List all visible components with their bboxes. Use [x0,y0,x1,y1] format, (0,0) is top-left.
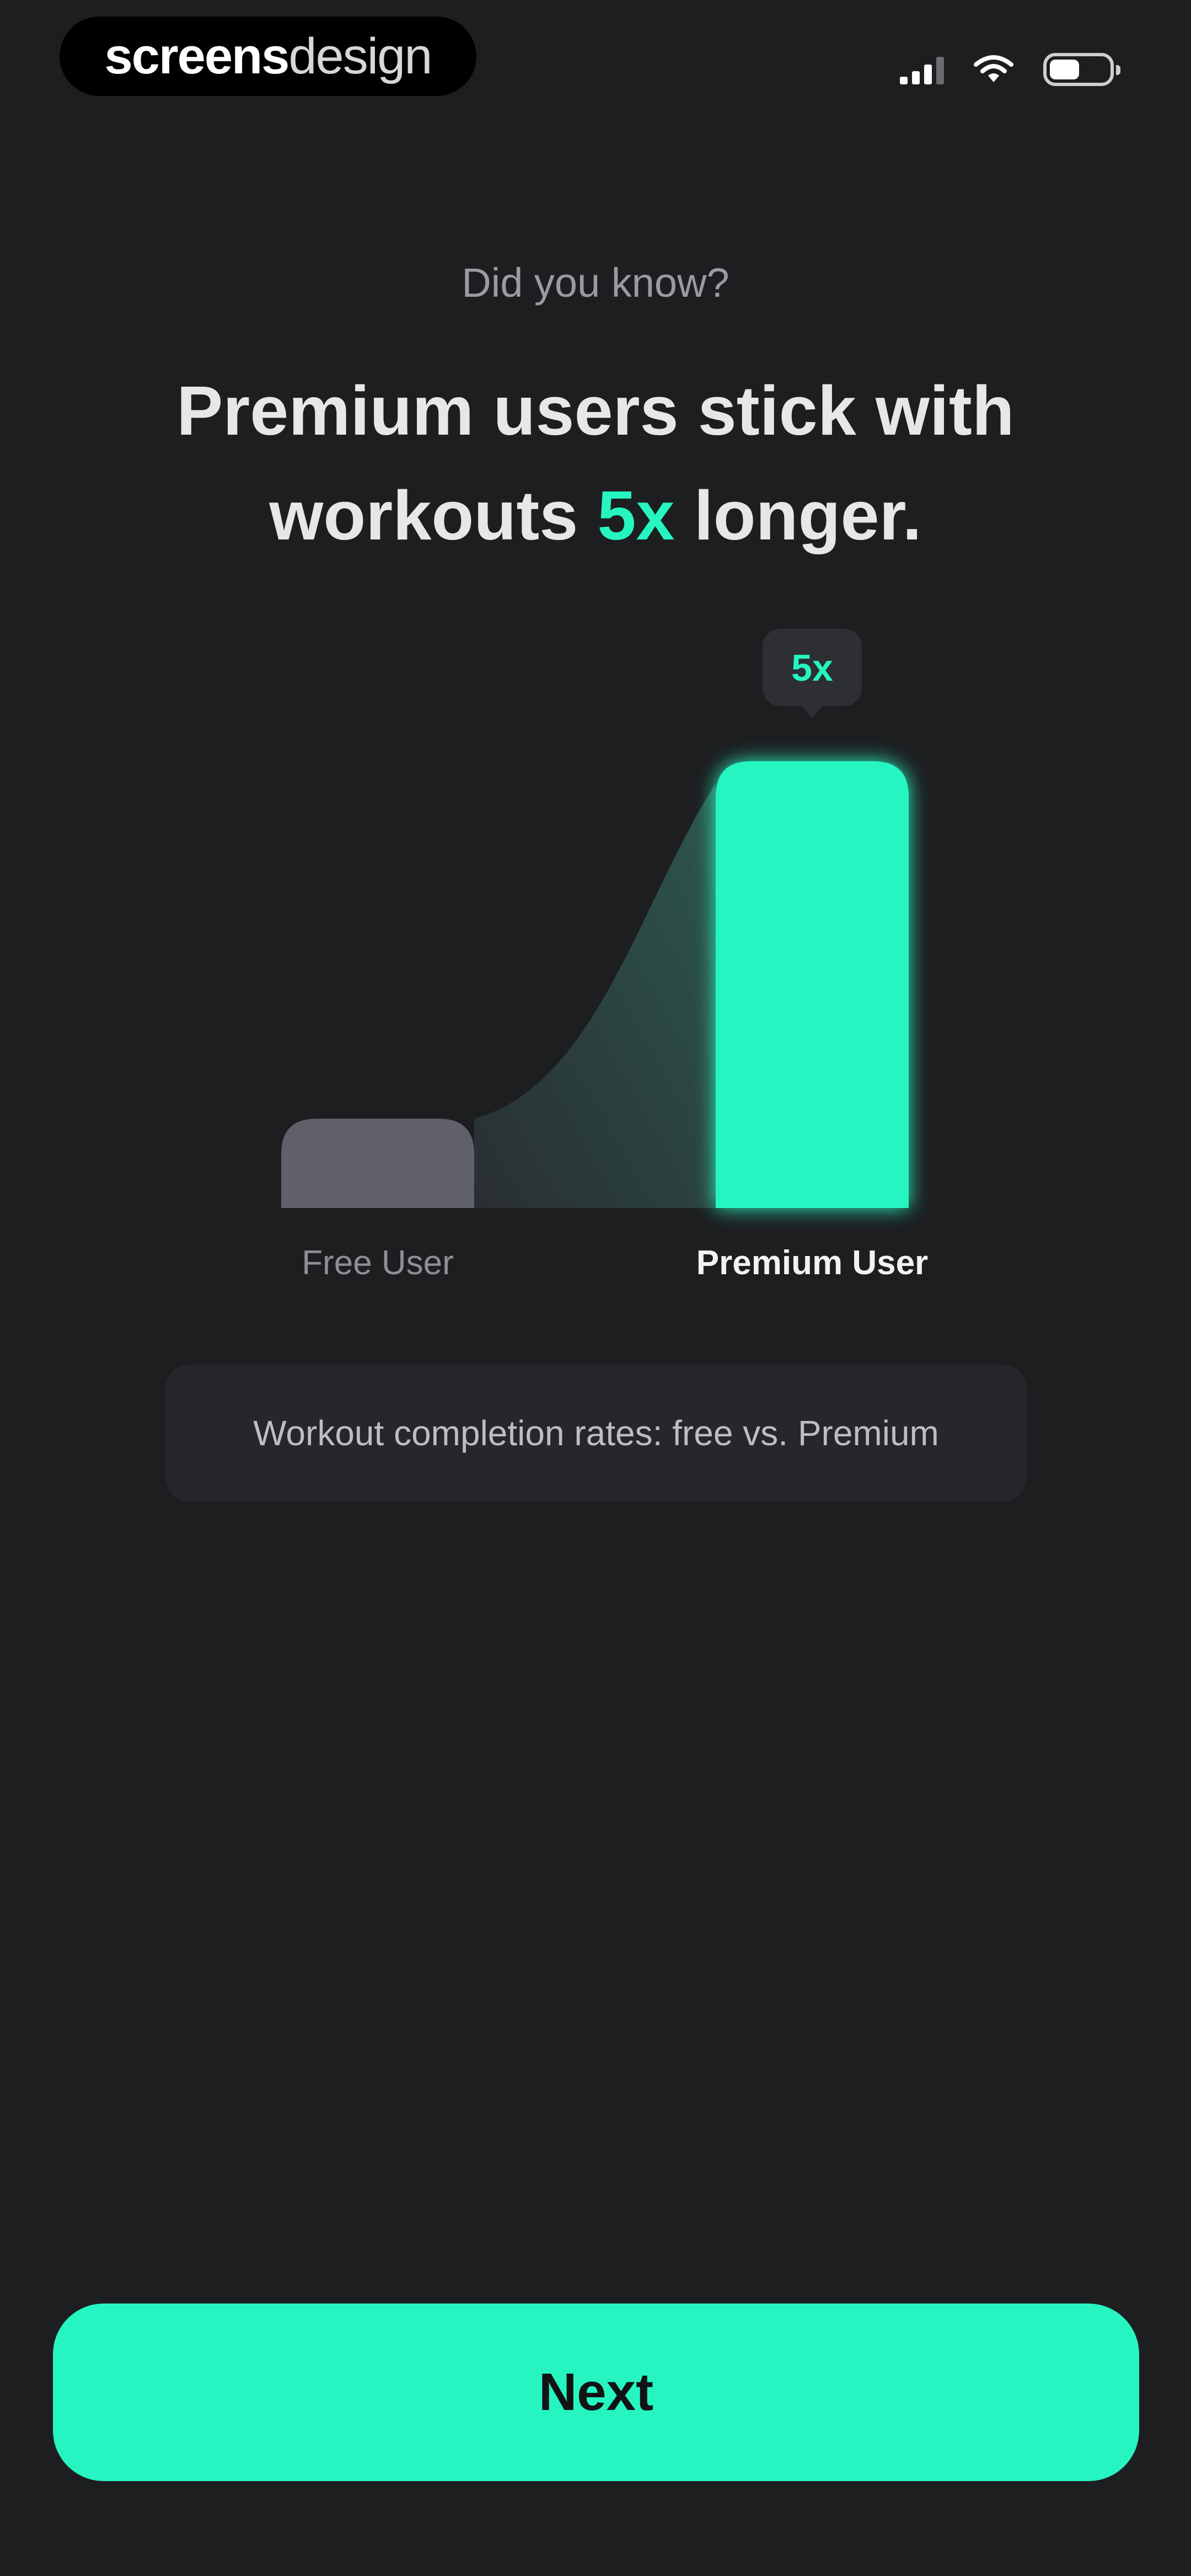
bar-premium-user [716,761,909,1208]
bar-free-user [281,1119,474,1208]
growth-area [474,783,716,1208]
category-label: Free User [302,1244,454,1282]
category-label: Premium User [696,1244,928,1282]
next-button[interactable]: Next [53,2304,1139,2481]
bar-annotation: 5x [763,629,862,718]
chart-caption: Workout completion rates: free vs. Premi… [165,1365,1027,1501]
annotation-label: 5x [791,647,833,689]
comparison-chart: Free User Premium User 5x [281,629,928,1282]
paywall-screen: screens design Did you know? Premium user… [0,0,1191,2576]
